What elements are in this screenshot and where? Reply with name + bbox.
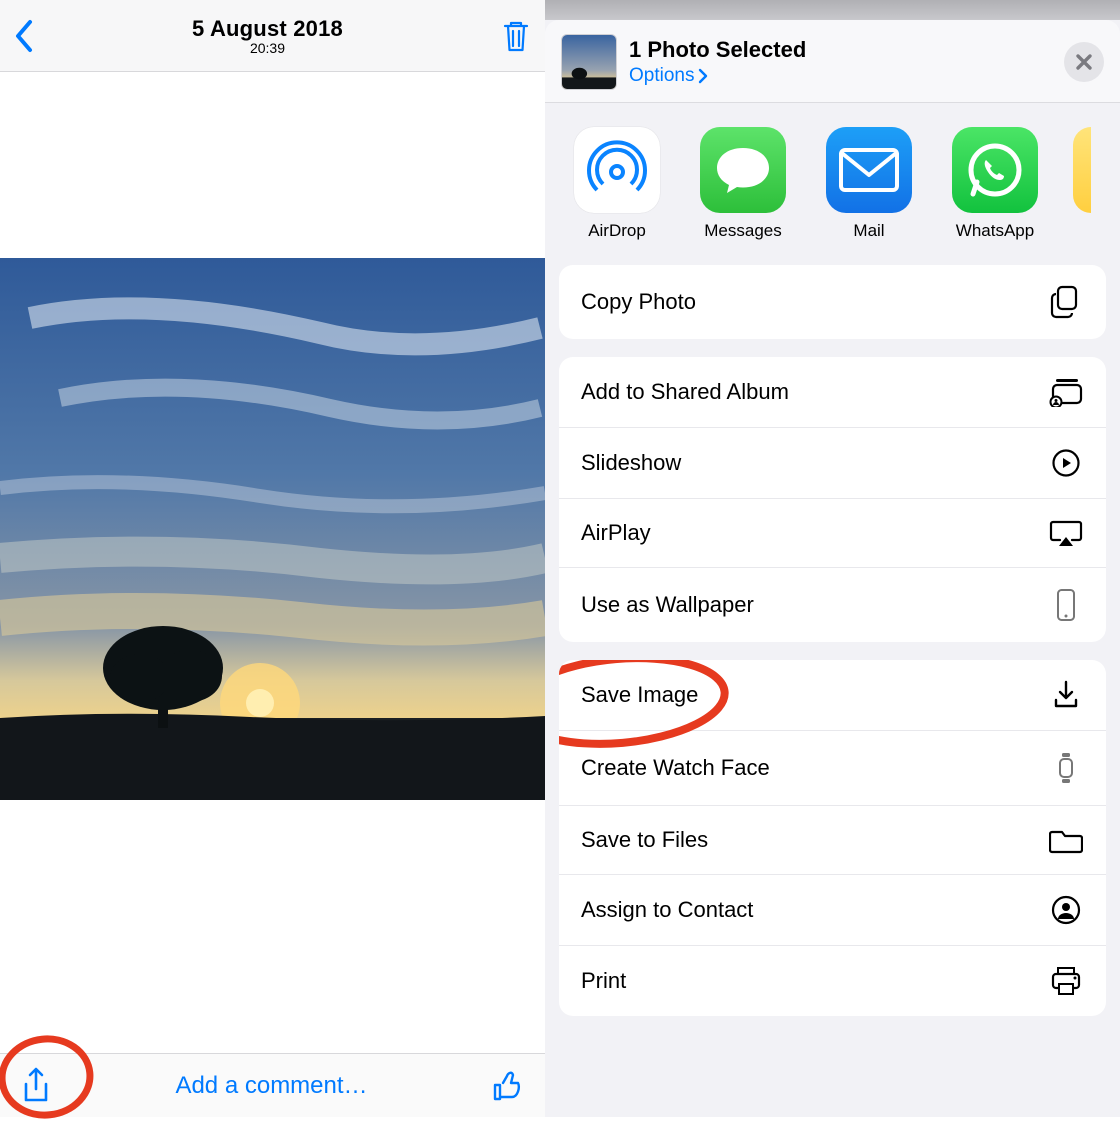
close-button[interactable]: [1064, 42, 1104, 82]
share-sheet-panel: 1 Photo Selected Options: [545, 0, 1120, 1117]
action-group-2: Add to Shared Album Slideshow: [559, 357, 1106, 642]
app-label: Messages: [704, 221, 781, 241]
copy-icon: [1048, 285, 1084, 319]
photo-time: 20:39: [44, 40, 491, 56]
share-app-whatsapp[interactable]: WhatsApp: [947, 127, 1043, 241]
action-label: Print: [581, 968, 626, 994]
share-sheet-title: 1 Photo Selected: [629, 37, 1064, 63]
share-sheet: 1 Photo Selected Options: [545, 20, 1120, 1117]
app-share-row[interactable]: AirDrop Messages Mail: [545, 103, 1120, 265]
share-app-messages[interactable]: Messages: [695, 127, 791, 241]
share-button[interactable]: [20, 1066, 52, 1106]
chevron-left-icon: [14, 19, 34, 53]
options-link[interactable]: Options: [629, 65, 708, 87]
play-circle-icon: [1048, 448, 1084, 478]
backdrop: [545, 0, 1120, 20]
thumbs-up-icon: [491, 1069, 525, 1103]
airdrop-icon: [574, 127, 660, 213]
notes-icon: [1073, 127, 1091, 213]
action-label: Use as Wallpaper: [581, 592, 754, 618]
photo-footer: Add a comment…: [0, 1053, 545, 1117]
shared-album-icon: [1048, 377, 1084, 407]
action-label: AirPlay: [581, 520, 651, 546]
selection-thumbnail: [561, 34, 617, 90]
action-save-image[interactable]: Save Image: [559, 660, 1106, 731]
airplay-icon: [1048, 519, 1084, 547]
photo-image: [0, 258, 545, 800]
share-app-mail[interactable]: Mail: [821, 127, 917, 241]
whatsapp-icon: [952, 127, 1038, 213]
share-app-airdrop[interactable]: AirDrop: [569, 127, 665, 241]
mail-icon: [826, 127, 912, 213]
action-label: Assign to Contact: [581, 897, 753, 923]
action-create-watch-face[interactable]: Create Watch Face: [559, 731, 1106, 806]
photo-date: 5 August 2018: [44, 16, 491, 42]
app-label: AirDrop: [588, 221, 646, 241]
delete-button[interactable]: [491, 18, 531, 54]
action-slideshow[interactable]: Slideshow: [559, 428, 1106, 499]
download-icon: [1048, 680, 1084, 710]
action-label: Create Watch Face: [581, 755, 770, 781]
action-label: Slideshow: [581, 450, 681, 476]
action-add-shared-album[interactable]: Add to Shared Album: [559, 357, 1106, 428]
action-group-1: Copy Photo: [559, 265, 1106, 339]
folder-icon: [1048, 826, 1084, 854]
watch-icon: [1048, 751, 1084, 785]
action-copy-photo[interactable]: Copy Photo: [559, 265, 1106, 339]
action-label: Save to Files: [581, 827, 708, 853]
like-button[interactable]: [491, 1069, 525, 1103]
action-print[interactable]: Print: [559, 946, 1106, 1016]
share-sheet-header: 1 Photo Selected Options: [545, 20, 1120, 103]
action-label: Save Image: [581, 682, 698, 708]
back-button[interactable]: [14, 19, 44, 53]
action-assign-contact[interactable]: Assign to Contact: [559, 875, 1106, 946]
contact-icon: [1048, 895, 1084, 925]
action-group-3: Save Image Create Watch Face: [559, 660, 1106, 1016]
app-label: Mail: [853, 221, 884, 241]
action-label: Copy Photo: [581, 289, 696, 315]
chevron-right-icon: [698, 68, 708, 84]
photo-area[interactable]: [0, 72, 545, 1053]
photo-viewer-panel: 5 August 2018 20:39: [0, 0, 545, 1117]
action-airplay[interactable]: AirPlay: [559, 499, 1106, 568]
phone-icon: [1048, 588, 1084, 622]
share-app-notes[interactable]: [1073, 127, 1091, 241]
share-icon: [20, 1066, 52, 1106]
photo-header: 5 August 2018 20:39: [0, 0, 545, 72]
trash-icon: [501, 18, 531, 54]
action-label: Add to Shared Album: [581, 379, 789, 405]
close-icon: [1075, 53, 1093, 71]
options-label: Options: [629, 65, 694, 87]
action-save-to-files[interactable]: Save to Files: [559, 806, 1106, 875]
app-label: WhatsApp: [956, 221, 1034, 241]
messages-icon: [700, 127, 786, 213]
printer-icon: [1048, 966, 1084, 996]
action-wallpaper[interactable]: Use as Wallpaper: [559, 568, 1106, 642]
add-comment-link[interactable]: Add a comment…: [175, 1072, 367, 1100]
